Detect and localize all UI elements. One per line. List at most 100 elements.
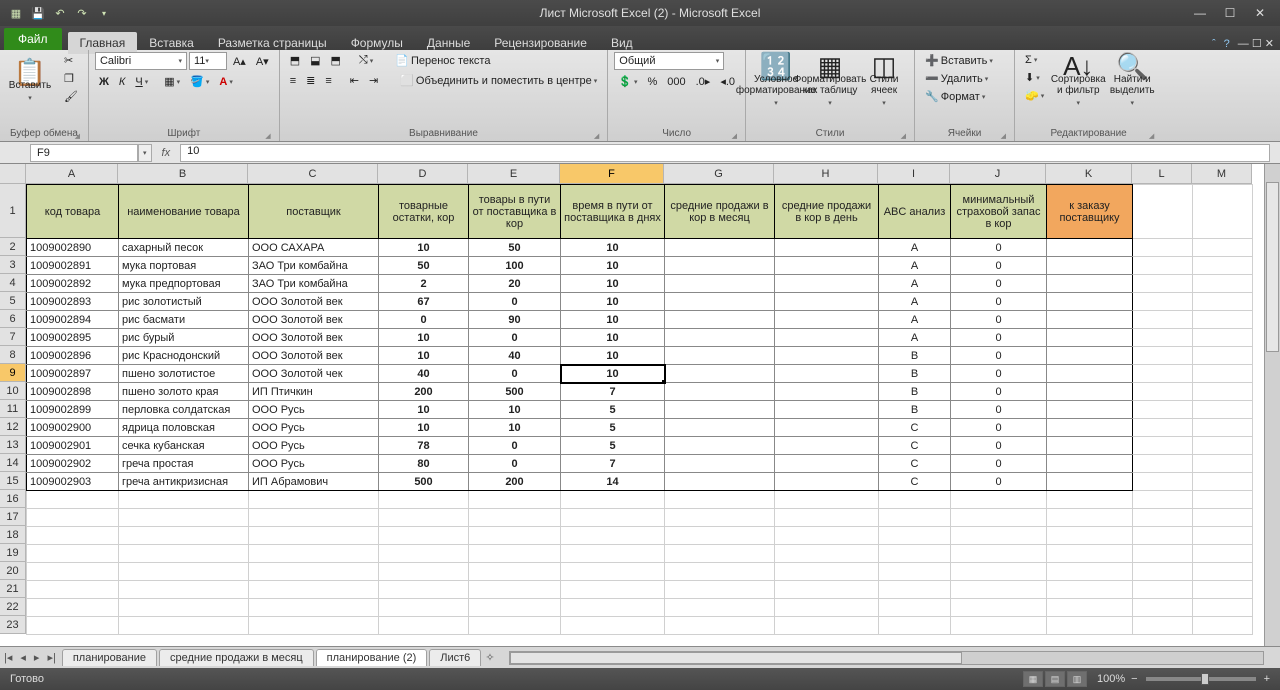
cell-I5[interactable]: A (879, 293, 951, 311)
cell-G5[interactable] (665, 293, 775, 311)
cell-H9[interactable] (775, 365, 879, 383)
cell-M12[interactable] (1193, 419, 1253, 437)
cell-L9[interactable] (1133, 365, 1193, 383)
sheet-tab-2[interactable]: планирование (2) (316, 649, 428, 666)
col-header-E[interactable]: E (468, 164, 560, 184)
number-format-combo[interactable]: Общий▾ (614, 52, 724, 70)
cell-A10[interactable]: 1009002898 (27, 383, 119, 401)
align-right-button[interactable]: ≡ (321, 73, 335, 89)
col-header-M[interactable]: M (1192, 164, 1252, 184)
underline-button[interactable]: Ч▾ (131, 74, 152, 90)
cell-B2[interactable]: сахарный песок (119, 239, 249, 257)
decrease-indent-button[interactable]: ⇤ (346, 72, 363, 89)
table-header-H[interactable]: средние продажи в кор в день (775, 185, 879, 239)
cell-L7[interactable] (1133, 329, 1193, 347)
cell-A19[interactable] (27, 545, 119, 563)
cell-J6[interactable]: 0 (951, 311, 1047, 329)
cell-L2[interactable] (1133, 239, 1193, 257)
increase-decimal-button[interactable]: .0▸ (692, 73, 715, 90)
format-as-table-button[interactable]: ▦Форматировать как таблицу▾ (806, 52, 854, 118)
cell-C6[interactable]: ООО Золотой век (249, 311, 379, 329)
cell-M18[interactable] (1193, 527, 1253, 545)
row-header-7[interactable]: 7 (0, 328, 26, 346)
cell-H23[interactable] (775, 617, 879, 635)
formula-input[interactable]: 10 (180, 144, 1270, 162)
row-header-11[interactable]: 11 (0, 400, 26, 418)
cell-M7[interactable] (1193, 329, 1253, 347)
cell-B21[interactable] (119, 581, 249, 599)
cell-B10[interactable]: пшено золото края (119, 383, 249, 401)
format-cells-button[interactable]: 🔧 Формат ▾ (921, 88, 989, 105)
cell-M13[interactable] (1193, 437, 1253, 455)
cell-G15[interactable] (665, 473, 775, 491)
cell-E15[interactable]: 200 (469, 473, 561, 491)
cell-C14[interactable]: ООО Русь (249, 455, 379, 473)
cell-M4[interactable] (1193, 275, 1253, 293)
cell-L17[interactable] (1133, 509, 1193, 527)
cell-G20[interactable] (665, 563, 775, 581)
cell-E12[interactable]: 10 (469, 419, 561, 437)
page-break-view-button[interactable]: ▥ (1067, 671, 1087, 687)
minimize-button[interactable]: — (1186, 4, 1214, 22)
table-header-B[interactable]: наименование товара (119, 185, 249, 239)
cell-J18[interactable] (951, 527, 1047, 545)
cell-D9[interactable]: 40 (379, 365, 469, 383)
cell-J19[interactable] (951, 545, 1047, 563)
autosum-button[interactable]: Σ▾ (1021, 52, 1048, 68)
cell-K22[interactable] (1047, 599, 1133, 617)
cell-K8[interactable] (1047, 347, 1133, 365)
cell-F7[interactable]: 10 (561, 329, 665, 347)
table-header-A[interactable]: код товара (27, 185, 119, 239)
cell-L16[interactable] (1133, 491, 1193, 509)
cell-I15[interactable]: C (879, 473, 951, 491)
row-header-4[interactable]: 4 (0, 274, 26, 292)
sheet-nav-next[interactable]: ▸ (30, 651, 44, 664)
table-header-I[interactable]: ABC анализ (879, 185, 951, 239)
row-header-22[interactable]: 22 (0, 598, 26, 616)
cell-F20[interactable] (561, 563, 665, 581)
cell-B4[interactable]: мука предпортовая (119, 275, 249, 293)
italic-button[interactable]: К (115, 74, 129, 90)
fill-color-button[interactable]: 🪣▾ (186, 73, 213, 90)
cell-C21[interactable] (249, 581, 379, 599)
name-box[interactable]: F9 (30, 144, 138, 162)
cell-J11[interactable]: 0 (951, 401, 1047, 419)
percent-button[interactable]: % (643, 74, 661, 90)
cell-I10[interactable]: B (879, 383, 951, 401)
zoom-out-button[interactable]: − (1131, 673, 1137, 685)
vertical-scrollbar[interactable] (1264, 164, 1280, 646)
col-header-L[interactable]: L (1132, 164, 1192, 184)
cell-G8[interactable] (665, 347, 775, 365)
cell-I18[interactable] (879, 527, 951, 545)
cell-L14[interactable] (1133, 455, 1193, 473)
cell-D19[interactable] (379, 545, 469, 563)
comma-button[interactable]: 000 (663, 74, 689, 90)
sheet-nav-prev[interactable]: ◂ (16, 651, 30, 664)
cell-J12[interactable]: 0 (951, 419, 1047, 437)
cell-L10[interactable] (1133, 383, 1193, 401)
cell-E19[interactable] (469, 545, 561, 563)
orientation-button[interactable]: ⤭▾ (355, 52, 377, 69)
table-header-J[interactable]: минимальный страховой запас в кор (951, 185, 1047, 239)
cell-E23[interactable] (469, 617, 561, 635)
cell-B16[interactable] (119, 491, 249, 509)
cell-J9[interactable]: 0 (951, 365, 1047, 383)
horizontal-scrollbar[interactable] (509, 651, 1264, 665)
maximize-button[interactable]: ☐ (1216, 4, 1244, 22)
grow-font-button[interactable]: A▴ (229, 53, 250, 70)
cell-E5[interactable]: 0 (469, 293, 561, 311)
name-box-dropdown[interactable]: ▾ (138, 144, 152, 162)
cell-F19[interactable] (561, 545, 665, 563)
cell-K2[interactable] (1047, 239, 1133, 257)
cell-D8[interactable]: 10 (379, 347, 469, 365)
cell-J4[interactable]: 0 (951, 275, 1047, 293)
cell-F12[interactable]: 5 (561, 419, 665, 437)
cell-B12[interactable]: ядрица половская (119, 419, 249, 437)
cell-C10[interactable]: ИП Птичкин (249, 383, 379, 401)
cell-L13[interactable] (1133, 437, 1193, 455)
cell-K19[interactable] (1047, 545, 1133, 563)
cell-D3[interactable]: 50 (379, 257, 469, 275)
cell-E16[interactable] (469, 491, 561, 509)
row-header-3[interactable]: 3 (0, 256, 26, 274)
cell-G3[interactable] (665, 257, 775, 275)
